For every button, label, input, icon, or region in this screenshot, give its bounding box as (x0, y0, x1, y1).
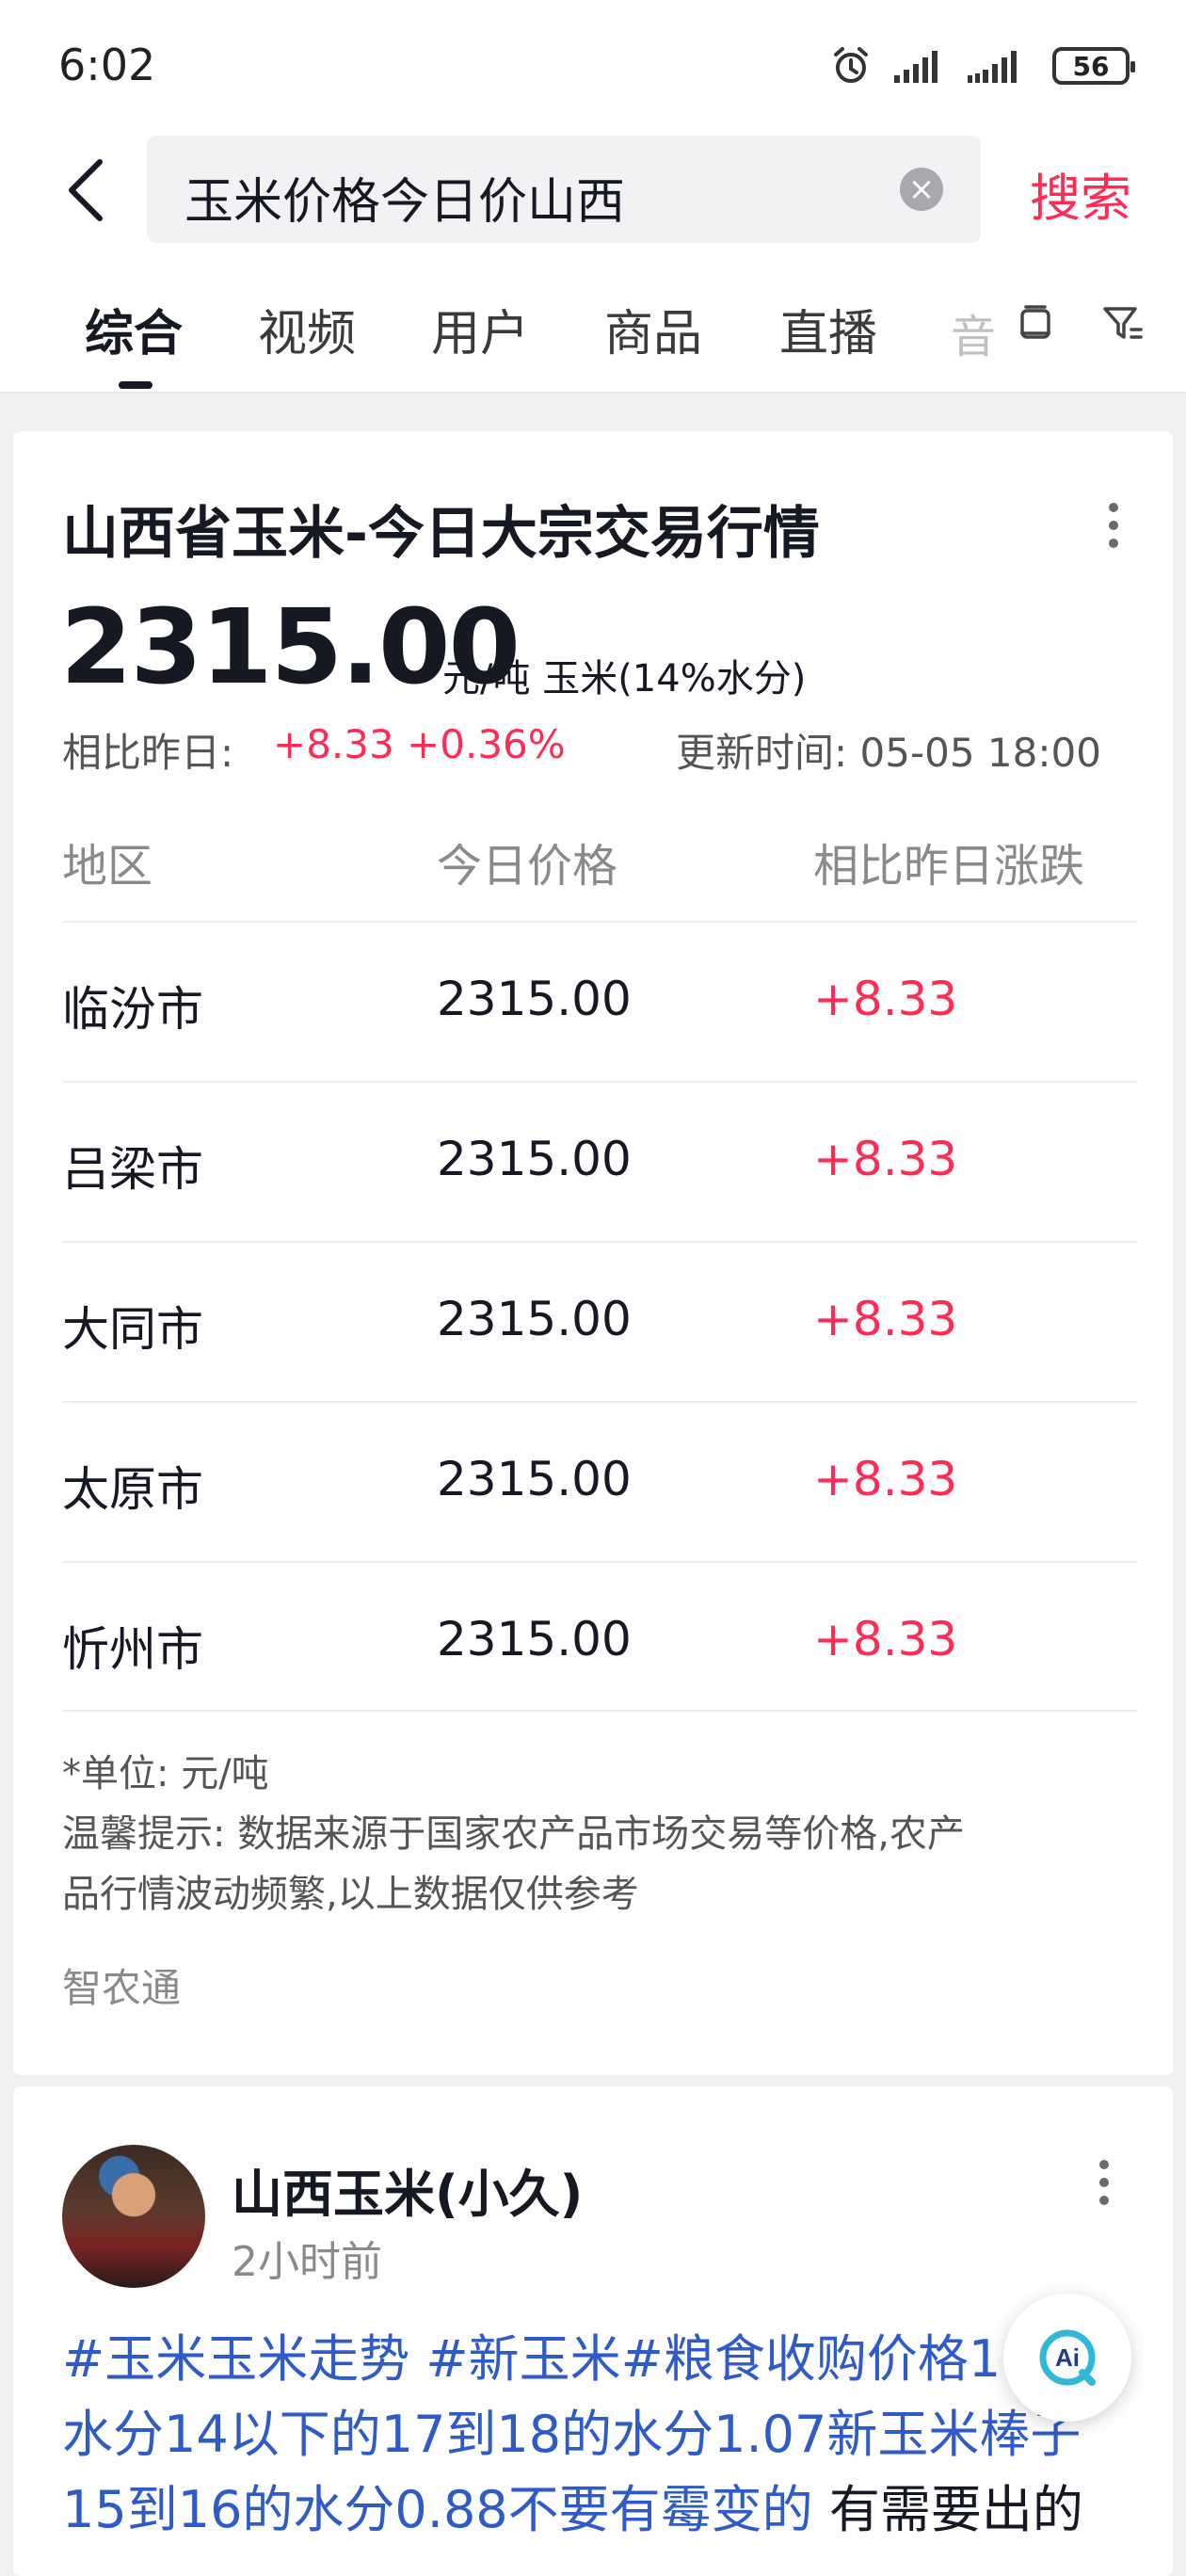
tab-live[interactable]: 直播 (779, 294, 877, 364)
region-cell: 忻州市 (62, 1622, 203, 1677)
status-bar: 6:02 56 (0, 0, 1186, 132)
price-cell: 2315.00 (437, 972, 632, 1026)
avatar[interactable] (62, 2145, 205, 2288)
tab-users[interactable]: 用户 (431, 294, 529, 364)
more-vertical-icon[interactable] (1109, 503, 1118, 548)
post-username[interactable]: 山西玉米(小久) (232, 2152, 583, 2227)
table-row: 吕梁市 2315.00 +8.33 (62, 1081, 1137, 1243)
table-row: 忻州市 2315.00 +8.33 (62, 1561, 1137, 1723)
clear-icon[interactable]: × (900, 168, 943, 211)
tip-line-1: 温馨提示: 数据来源于国家农产品市场交易等价格,农产 (62, 1812, 965, 1856)
hashtag-line[interactable]: 15到16的水分0.88不要有霉变的 (62, 2480, 813, 2539)
table-row: 大同市 2315.00 +8.33 (62, 1241, 1137, 1403)
active-tab-indicator (119, 381, 152, 389)
ai-assistant-icon: Ai (1039, 2329, 1096, 2386)
post-time: 2小时前 (232, 2238, 382, 2286)
tab-video[interactable]: 视频 (258, 294, 356, 364)
layout-icon[interactable] (1013, 301, 1058, 346)
header-region: 地区 (62, 840, 153, 893)
back-arrow-icon[interactable] (58, 153, 115, 228)
market-price-card[interactable]: 山西省玉米-今日大宗交易行情 2315.00 元/吨 玉米(14%水分) 相比昨… (13, 431, 1173, 2075)
search-button[interactable]: 搜索 (1030, 156, 1131, 231)
region-cell: 临汾市 (62, 982, 203, 1037)
status-icons: 56 (830, 45, 1135, 87)
battery-indicator: 56 (1052, 47, 1135, 85)
signal-icon (894, 51, 938, 83)
header-price: 今日价格 (437, 840, 618, 893)
post-text: 有需要出的 (812, 2480, 1083, 2539)
post-card[interactable]: 山西玉米(小久) 2小时前 #玉米玉米走势 #新玉米#粮食收购价格1 水分14以… (13, 2086, 1173, 2576)
filter-icon[interactable] (1099, 301, 1145, 346)
price-cell: 2315.00 (437, 1132, 632, 1186)
post-content[interactable]: #玉米玉米走势 #新玉米#粮食收购价格1 水分14以下的17到18的水分1.07… (62, 2322, 1126, 2548)
change-cell: +8.33 (813, 972, 958, 1026)
tab-bar: 综合 视频 用户 商品 直播 (0, 282, 1186, 394)
change-cell: +8.33 (813, 1292, 958, 1346)
hashtag-line[interactable]: #玉米玉米走势 #新玉米#粮食收购价格1 (62, 2322, 1126, 2397)
header-change: 相比昨日涨跌 (813, 840, 1085, 893)
unit-note: *单位: 元/吨 (62, 1752, 269, 1795)
tab-music-partial[interactable]: 音 (951, 299, 996, 365)
update-time: 更新时间: 05-05 18:00 (676, 730, 1101, 776)
alarm-icon (834, 47, 868, 83)
change-cell: +8.33 (813, 1452, 958, 1506)
region-cell: 吕梁市 (62, 1142, 203, 1197)
compare-label: 相比昨日: (62, 730, 234, 776)
header-divider (0, 392, 1186, 394)
price-unit: 元/吨 玉米(14%水分) (442, 657, 807, 700)
compare-value: +8.33 +0.36% (273, 721, 566, 767)
change-cell: +8.33 (813, 1132, 958, 1186)
region-cell: 大同市 (62, 1302, 203, 1357)
tab-comprehensive[interactable]: 综合 (85, 294, 183, 364)
card-title: 山西省玉米-今日大宗交易行情 (62, 501, 820, 567)
price-cell: 2315.00 (437, 1612, 632, 1666)
svg-text:Ai: Ai (1055, 2343, 1080, 2372)
data-source[interactable]: 智农通 (62, 1956, 181, 2014)
search-input[interactable]: 玉米价格今日价山西 × (147, 136, 981, 243)
table-row: 太原市 2315.00 +8.33 (62, 1401, 1137, 1563)
change-cell: +8.33 (813, 1612, 958, 1666)
hashtag-line[interactable]: 水分14以下的17到18的水分1.07新玉米棒子 (62, 2397, 1126, 2472)
ai-assistant-button[interactable]: Ai (1003, 2294, 1131, 2422)
region-cell: 太原市 (62, 1462, 203, 1517)
more-vertical-icon[interactable] (1099, 2160, 1109, 2205)
price-cell: 2315.00 (437, 1292, 632, 1346)
tip-line-2: 品行情波动频繁,以上数据仅供参考 (62, 1873, 639, 1916)
table-row: 临汾市 2315.00 +8.33 (62, 921, 1137, 1083)
price-cell: 2315.00 (437, 1452, 632, 1506)
status-time: 6:02 (58, 40, 156, 90)
tab-products[interactable]: 商品 (604, 294, 702, 364)
signal-icon-2 (968, 51, 1017, 83)
search-query[interactable]: 玉米价格今日价山西 (184, 162, 625, 233)
table-divider (62, 1710, 1137, 1712)
